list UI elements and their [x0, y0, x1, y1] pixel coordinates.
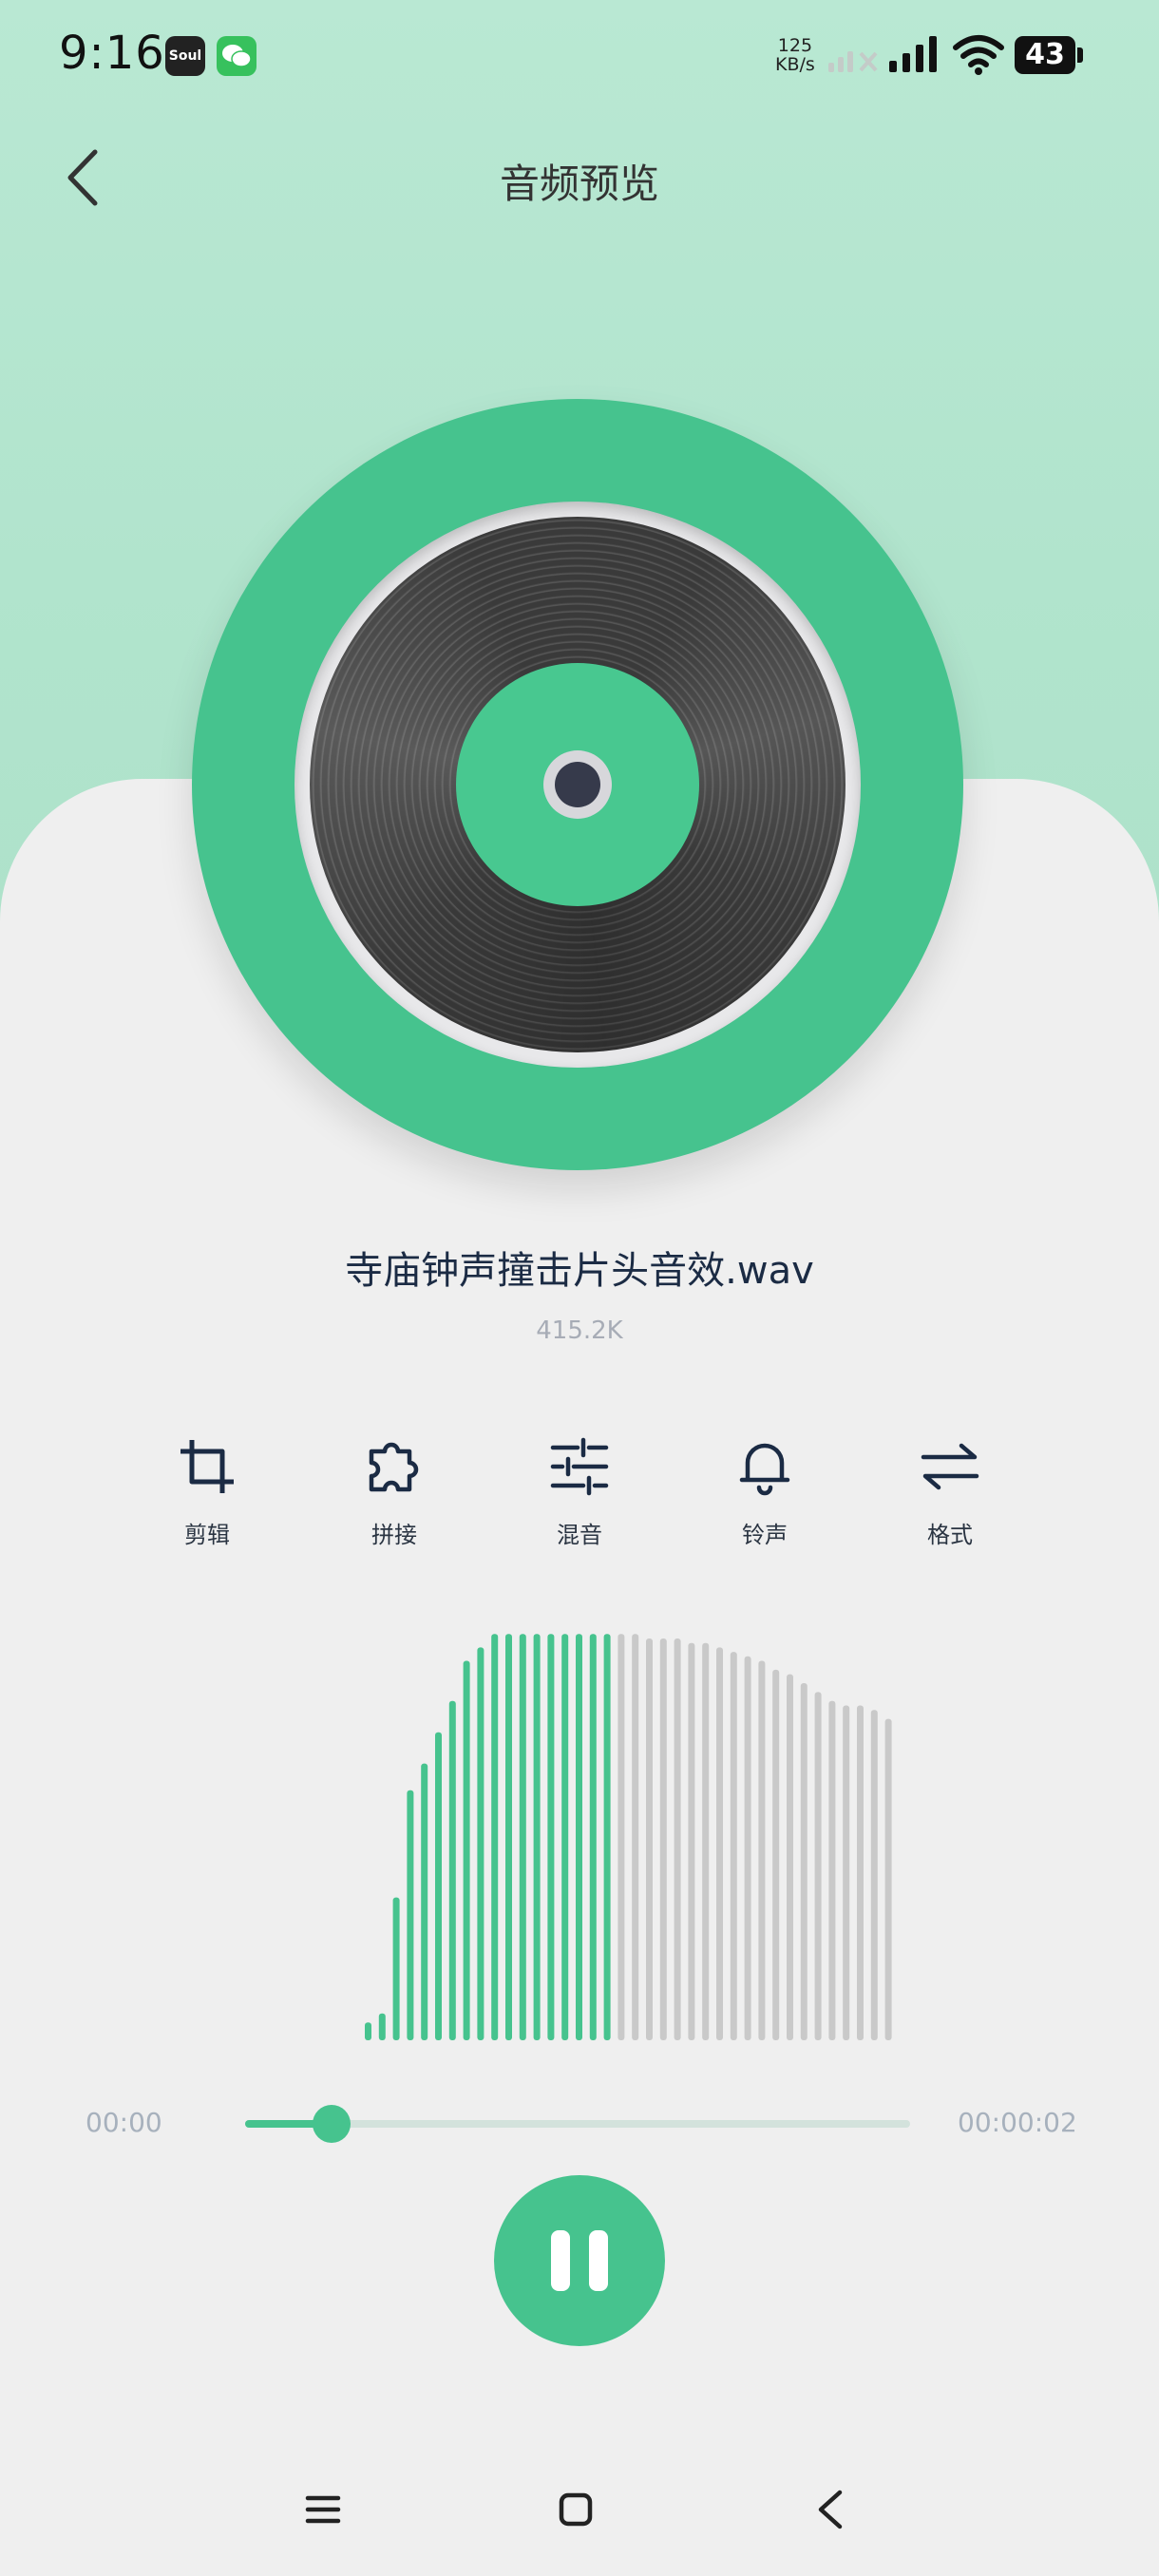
waveform-bar [772, 1669, 780, 2040]
network-speed-value: 125 [777, 35, 813, 56]
waveform-bar [421, 1763, 428, 2040]
waveform-bar [716, 1647, 723, 2040]
status-bar: 9:16 Soul 125 KB/s 43 [0, 0, 1159, 114]
waveform-bar [533, 1634, 541, 2040]
wifi-icon [953, 35, 1004, 75]
battery-cap [1077, 47, 1083, 63]
waveform-bar [857, 1705, 864, 2040]
waveform-bar [618, 1634, 625, 2040]
pause-icon-left-bar [551, 2230, 570, 2291]
tool-format-button[interactable]: 格式 [898, 1436, 1002, 1549]
tool-mix-label: 混音 [557, 1522, 602, 1548]
waveform-bar [730, 1652, 737, 2040]
waveform-bar [787, 1674, 793, 2040]
waveform-bar [688, 1642, 695, 2040]
waveform-bar [646, 1638, 653, 2040]
progress-knob[interactable] [313, 2105, 351, 2143]
soul-app-icon: Soul [165, 36, 205, 76]
waveform-bar [576, 1634, 582, 2040]
waveform-bar [632, 1634, 639, 2040]
pause-icon-right-bar [589, 2230, 608, 2291]
waveform-bar [884, 1718, 892, 2040]
total-time: 00:00:02 [958, 2107, 1077, 2138]
file-size: 415.2K [536, 1316, 623, 1345]
nav-home-icon[interactable] [557, 2491, 595, 2529]
network-speed: 125 KB/s [775, 36, 815, 74]
waveform-bar [702, 1642, 710, 2040]
tool-join-button[interactable]: 拼接 [342, 1436, 446, 1549]
waveform-bar [828, 1700, 836, 2040]
waveform-bar [603, 1634, 611, 2040]
waveform-bar [477, 1647, 484, 2040]
tool-mix-button[interactable]: 混音 [527, 1436, 632, 1549]
waveform-bar [561, 1634, 569, 2040]
waveform-bar [407, 1790, 414, 2040]
tool-ringtone-button[interactable]: 铃声 [712, 1436, 817, 1549]
nav-back-icon[interactable] [813, 2487, 847, 2532]
waveform-bar [378, 2013, 386, 2040]
audio-preview-screen: 9:16 Soul 125 KB/s 43 音频预览 寺庙钟声撞击片头音效.wa… [0, 0, 1159, 2576]
battery-level: 43 [1025, 38, 1065, 71]
tool-ringtone-label: 铃声 [742, 1522, 788, 1548]
wechat-icon [217, 36, 256, 76]
waveform-bar [659, 1638, 667, 2040]
tool-trim-button[interactable]: 剪辑 [155, 1436, 259, 1549]
waveform-bar [870, 1710, 878, 2040]
file-name: 寺庙钟声撞击片头音效.wav [345, 1249, 814, 1293]
waveform-bar [814, 1692, 822, 2040]
waveform-bar [800, 1683, 808, 2040]
waveform-bar [674, 1638, 681, 2040]
waveform-bar [463, 1660, 470, 2040]
signal-icon [889, 36, 937, 72]
sliders-icon [550, 1437, 609, 1496]
waveform-bar [505, 1634, 512, 2040]
crop-icon [180, 1440, 234, 1493]
waveform-bar [365, 2022, 371, 2040]
waveform-bar [758, 1660, 766, 2040]
puzzle-icon [369, 1442, 419, 1492]
status-time: 9:16 [59, 27, 165, 80]
tool-trim-label: 剪辑 [184, 1522, 230, 1548]
vinyl-spindle-hole [555, 762, 600, 807]
network-speed-unit: KB/s [775, 54, 815, 75]
waveform-bar [589, 1634, 597, 2040]
waveform-bar [744, 1656, 751, 2040]
tool-join-label: 拼接 [371, 1522, 417, 1548]
bell-icon [739, 1443, 790, 1496]
waveform-bar [843, 1705, 850, 2040]
soul-app-label: Soul [168, 48, 202, 64]
nav-menu-icon[interactable] [304, 2491, 342, 2529]
waveform-bar [491, 1634, 499, 2040]
audio-waveform[interactable] [0, 1586, 1159, 2061]
waveform-bar [519, 1634, 526, 2040]
page-title: 音频预览 [499, 161, 659, 207]
waveform-bar [435, 1732, 442, 2040]
pause-button[interactable] [494, 2175, 665, 2346]
waveform-bar [392, 1897, 400, 2040]
tool-format-label: 格式 [927, 1522, 973, 1548]
signal-secondary-icon [828, 51, 878, 72]
waveform-bar [547, 1634, 555, 2040]
current-time: 00:00 [86, 2107, 162, 2138]
battery-indicator: 43 [1015, 36, 1083, 74]
swap-arrows-icon [921, 1443, 979, 1490]
waveform-bar [448, 1700, 456, 2040]
